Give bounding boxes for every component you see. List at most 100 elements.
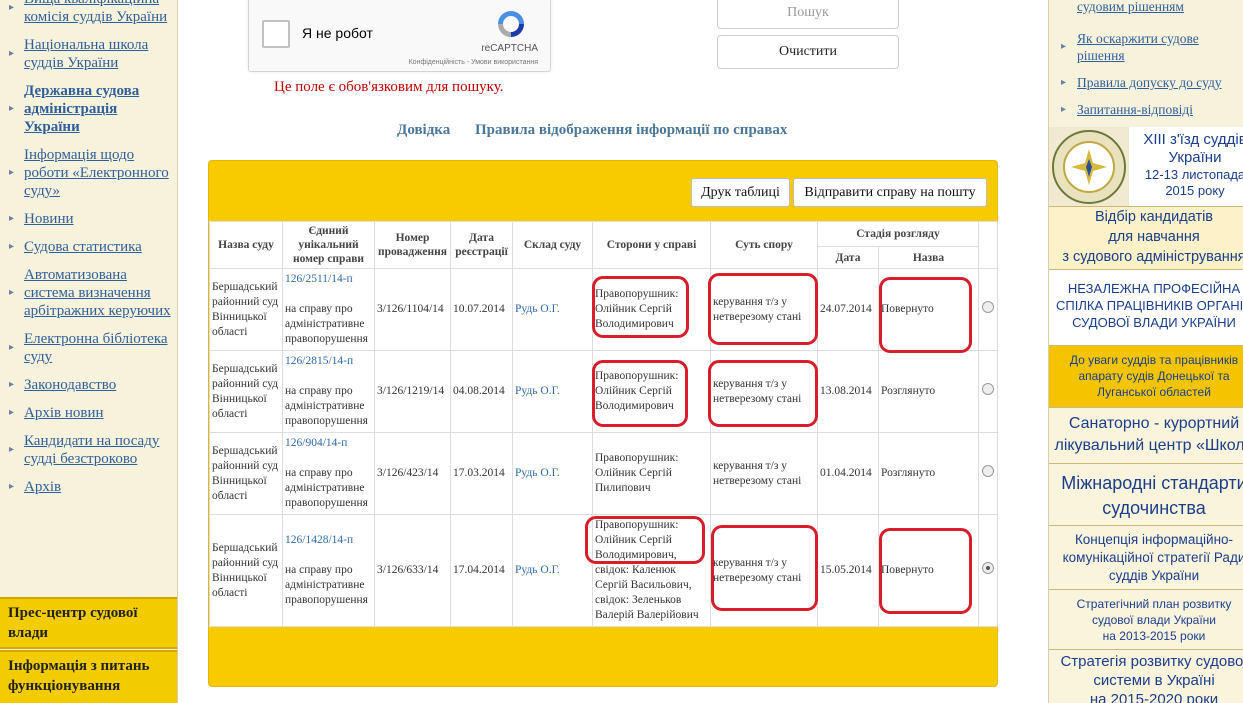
sidebar-item[interactable]: ▸ Вища кваліфікаційна комісія суддів Укра…: [0, 0, 177, 26]
cell-proceeding: 3/126/633/14: [374, 514, 451, 627]
cell-stage-date: 15.05.2014: [817, 514, 879, 627]
table-row[interactable]: Бершадський районний суд Вінницької обла…: [209, 514, 999, 627]
cell-judges[interactable]: Рудь О.Г.: [512, 268, 593, 351]
cell-subject: керування т/з у нетверезому стані: [710, 350, 818, 433]
cell-judges[interactable]: Рудь О.Г.: [512, 432, 593, 515]
row-select-radio[interactable]: [982, 301, 995, 313]
row-select-radio[interactable]: [982, 465, 995, 477]
recaptcha-checkbox[interactable]: [262, 20, 290, 48]
case-note: на справу про адміністративне правопоруш…: [285, 303, 368, 345]
table-row[interactable]: Бершадський районний суд Вінницької обла…: [209, 268, 999, 351]
case-number-link[interactable]: 126/904/14-п: [285, 437, 347, 449]
promo-banner[interactable]: Санаторно - курортний лікувальний центр «…: [1049, 408, 1243, 464]
banner-line: на 2015-2020 роки: [1089, 691, 1219, 703]
info-section[interactable]: Інформація з питань функціонування: [0, 650, 177, 703]
banner-line: Луганської областей: [1097, 385, 1211, 399]
sidebar-item-label: Електронна бібліотека суду: [24, 331, 168, 365]
banner-line: Стратегія розвитку судової: [1060, 653, 1243, 670]
cell-case-number: 126/1428/14-п на справу про адміністратив…: [282, 514, 375, 627]
promo-banner[interactable]: Відбір кандидатів для навчання з судового …: [1049, 207, 1243, 270]
congress-banner-text: XIII з'їзд суддів України 12-13 листопад…: [1129, 131, 1243, 199]
case-note: на справу про адміністративне правопоруш…: [285, 564, 368, 606]
sidebar-item[interactable]: ▸ Автоматизована система визначення арбіт…: [0, 266, 177, 320]
sidebar-item-label: Вища кваліфікаційна комісія суддів Украї…: [24, 0, 168, 25]
banner-line: на 2013-2015 роки: [1102, 629, 1206, 643]
sidebar-item[interactable]: ▸ Національна школа суддів України: [0, 36, 177, 72]
right-nav-link-label: Запитання-відповіді: [1077, 102, 1193, 117]
sidebar-item[interactable]: ▸ Законодавство: [0, 376, 177, 394]
send-case-email-button[interactable]: Відправити справу на пошту: [793, 178, 987, 207]
banner-line: для навчання: [1108, 229, 1200, 245]
congress-emblem-icon: [1049, 127, 1129, 206]
promo-banner[interactable]: До уваги суддів та працівників апарату су…: [1049, 346, 1243, 408]
search-button[interactable]: Пошук: [717, 0, 899, 29]
cell-case-number: 126/2815/14-п на справу про адміністратив…: [282, 350, 375, 433]
sidebar-item[interactable]: ▸ Електронна бібліотека суду: [0, 330, 177, 366]
banner-line: суддів України: [1108, 568, 1200, 583]
sidebar-item[interactable]: ▸ Державна судова адміністрація України: [0, 82, 177, 136]
case-number-link[interactable]: 126/2511/14-п: [285, 273, 353, 285]
bullet-arrow-icon: ▸: [9, 103, 15, 114]
congress-banner[interactable]: XIII з'їзд суддів України 12-13 листопад…: [1049, 127, 1243, 207]
cell-court: Бершадський районний суд Вінницької обла…: [209, 268, 283, 351]
row-select-radio[interactable]: [982, 562, 995, 574]
promo-banner[interactable]: Міжнародні стандарти судочинства: [1049, 464, 1243, 526]
cell-reg-date: 17.03.2014: [450, 432, 513, 515]
cell-judges[interactable]: Рудь О.Г.: [512, 350, 593, 433]
header-case-number: Єдиний унікальний номер справи: [282, 221, 375, 269]
banner-line: Відбір кандидатів: [1094, 209, 1214, 225]
case-number-link[interactable]: 126/1428/14-п: [285, 534, 353, 546]
table-row[interactable]: Бершадський районний суд Вінницької обла…: [209, 350, 999, 433]
bullet-arrow-icon: ▸: [9, 287, 15, 298]
sidebar-item-label: Архів новин: [24, 405, 104, 421]
sidebar-item[interactable]: ▸ Судова статистика: [0, 238, 177, 256]
sidebar-item[interactable]: ▸ Архів новин: [0, 404, 177, 422]
sidebar-item[interactable]: ▸ Кандидати на посаду судді безстроково: [0, 432, 177, 468]
cell-proceeding: 3/126/423/14: [374, 432, 451, 515]
header-stage: Стадія розгляду: [816, 221, 980, 247]
cell-reg-date: 04.08.2014: [450, 350, 513, 433]
right-nav-link[interactable]: судовим рішенням: [1049, 0, 1243, 15]
banner-line: СУДОВОЇ ВЛАДИ УКРАЇНИ: [1072, 315, 1236, 330]
header-reg-date: Дата реєстрації: [450, 221, 513, 269]
right-sidebar: судовим рішенням ▸ Як оскаржити судове ріш…: [1048, 0, 1243, 703]
promo-banner[interactable]: НЕЗАЛЕЖНА ПРОФЕСІЙНА СПІЛКА ПРАЦІВНИКІВ О…: [1049, 270, 1243, 346]
promo-banner[interactable]: Концепція інформаційно-комунікаційної ст…: [1049, 526, 1243, 590]
bullet-arrow-icon: ▸: [1061, 76, 1067, 88]
bullet-arrow-icon: ▸: [9, 444, 15, 455]
header-court: Назва суду: [209, 221, 283, 269]
right-nav-link[interactable]: ▸ Правила допуску до суду: [1049, 74, 1243, 91]
right-nav-link[interactable]: ▸ Як оскаржити судове рішення: [1049, 30, 1243, 64]
banner-line: судової влади України: [1091, 613, 1217, 627]
cell-judges[interactable]: Рудь О.Г.: [512, 514, 593, 627]
banner-line: комунікаційної стратегії Ради: [1062, 550, 1243, 565]
cell-parties: Правопорушник: Олійник Сергій Володимиро…: [592, 350, 711, 433]
sidebar-item[interactable]: ▸ Інформація щодо роботи «Електронного су…: [0, 146, 177, 200]
sidebar-item[interactable]: ▸ Новини: [0, 210, 177, 228]
display-rules-link[interactable]: Правила відображення інформації по справ…: [475, 122, 787, 139]
row-select-radio[interactable]: [982, 383, 995, 395]
press-center-section[interactable]: Прес-центр судової влади: [0, 597, 177, 649]
table-row[interactable]: Бершадський районний суд Вінницької обла…: [209, 432, 999, 515]
sidebar-item[interactable]: ▸ Архів: [0, 478, 177, 496]
cell-parties: Правопорушник: Олійник Сергій Пилипович: [592, 432, 711, 515]
recaptcha-brand: reCAPTCHA: [481, 43, 538, 54]
cases-body: Бершадський районний суд Вінницької обла…: [209, 268, 999, 627]
recaptcha-terms-link[interactable]: Конфіденційність - Умови використання: [409, 59, 538, 66]
case-number-link[interactable]: 126/2815/14-п: [285, 355, 353, 367]
banner-line: Стратегічний план розвитку: [1076, 597, 1232, 611]
bullet-arrow-icon: ▸: [9, 167, 15, 178]
cell-select: [978, 432, 999, 515]
help-link[interactable]: Довідка: [397, 122, 450, 139]
banner-line: Міжнародні стандарти: [1061, 473, 1243, 493]
bullet-arrow-icon: ▸: [9, 2, 15, 13]
cell-proceeding: 3/126/1104/14: [374, 268, 451, 351]
congress-date: 12-13 листопада: [1144, 167, 1243, 182]
clear-button[interactable]: Очистити: [717, 35, 899, 69]
promo-banner[interactable]: Стратегія розвитку судової системи в Укра…: [1049, 650, 1243, 703]
right-nav-link[interactable]: ▸ Запитання-відповіді: [1049, 101, 1243, 118]
print-table-button[interactable]: Друк таблиці: [691, 178, 790, 207]
promo-banner[interactable]: Стратегічний план розвитку судової влади …: [1049, 590, 1243, 650]
cell-stage-name: Повернуто: [877, 268, 980, 351]
header-subject: Суть спору: [710, 221, 818, 269]
